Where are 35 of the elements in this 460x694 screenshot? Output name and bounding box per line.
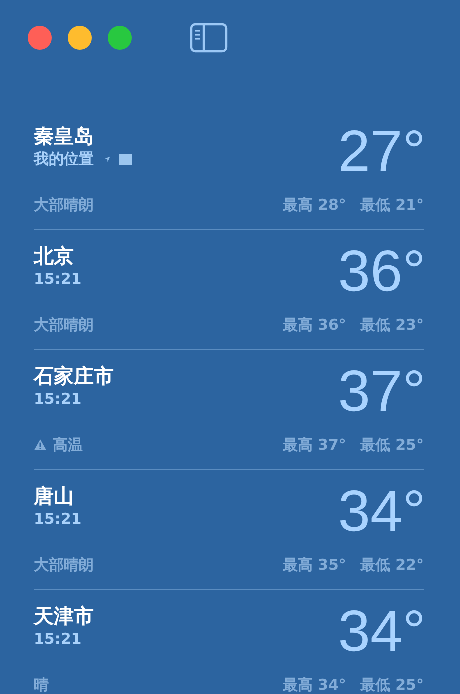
close-button[interactable] [28,26,52,50]
low-temperature: 最低 22° [360,556,424,574]
local-time: 15:21 [34,389,82,409]
low-temperature: 最低 25° [360,436,424,454]
low-temperature: 最低 25° [360,676,424,694]
city-name: 石家庄市 [34,363,114,389]
sidebar-icon[interactable] [190,23,228,53]
high-temperature: 最高 28° [282,196,346,214]
low-temperature: 最低 21° [360,196,424,214]
city-name: 天津市 [34,603,94,629]
location-label: 我的位置 [34,149,94,169]
high-temperature: 最高 37° [282,436,346,454]
temperature: 36° [338,240,426,306]
city-name: 北京 [34,243,75,269]
high-temperature: 最高 34° [282,676,346,694]
square-icon [119,154,132,164]
temperature: 37° [338,360,426,426]
temperature: 27° [338,120,426,186]
temperature: 34° [338,600,426,666]
weather-condition: 大部晴朗 [34,196,94,214]
zoom-button[interactable] [108,26,132,50]
high-temperature: 最高 36° [282,316,346,334]
weather-condition: 大部晴朗 [34,316,94,334]
weather-condition: 大部晴朗 [34,556,94,574]
city-name: 唐山 [34,483,75,509]
low-temperature: 最低 23° [360,316,424,334]
high-temperature: 最高 35° [282,556,346,574]
weather-condition: 晴 [34,676,49,694]
city-name: 秦皇岛 [34,123,95,149]
local-time: 15:21 [34,629,82,649]
local-time: 15:21 [34,269,82,289]
temperature: 34° [338,480,426,546]
minimize-button[interactable] [68,26,92,50]
weather-condition: 高温 [53,436,83,454]
local-time: 15:21 [34,509,82,529]
